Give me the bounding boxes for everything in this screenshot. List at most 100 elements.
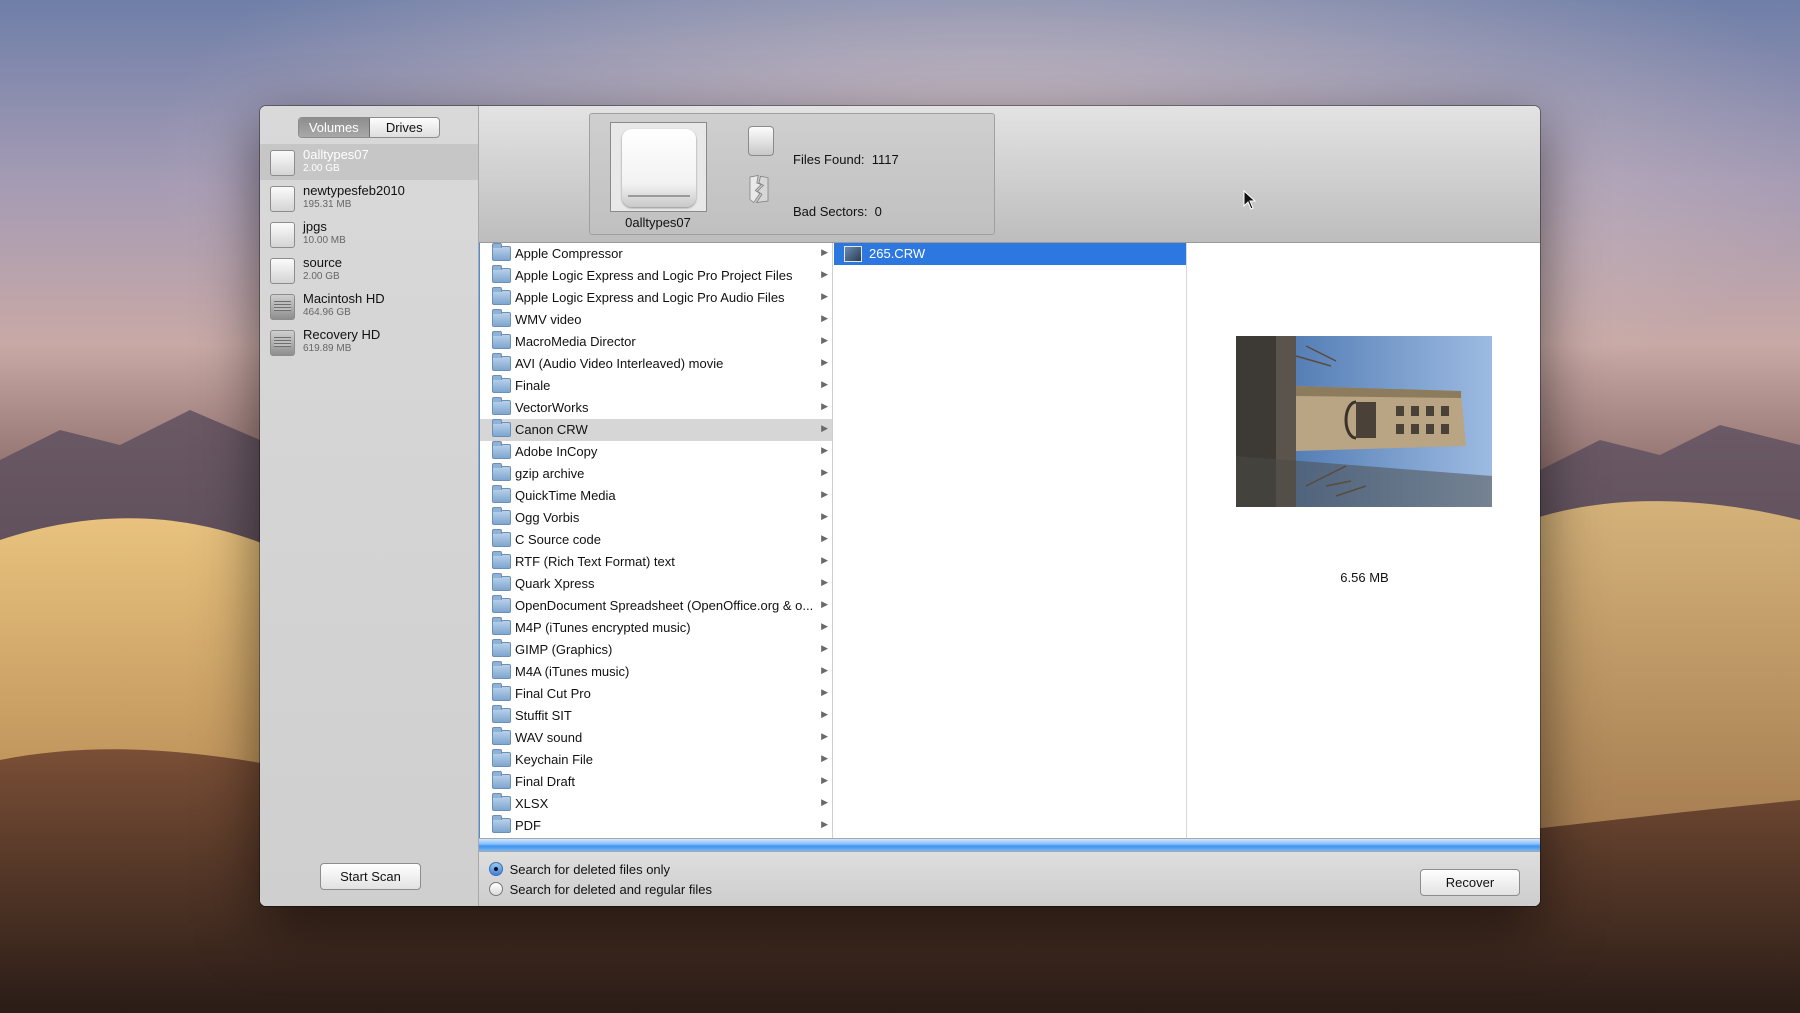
- volume-name: Recovery HD: [303, 327, 381, 342]
- scan-progress-fill: [479, 839, 1540, 851]
- volume-size: 195.31 MB: [303, 199, 352, 210]
- option-deleted-and-regular[interactable]: Search for deleted and regular files: [489, 882, 712, 897]
- category-row[interactable]: M4P (iTunes encrypted music) ▶: [480, 617, 832, 639]
- category-row[interactable]: Apple Logic Express and Logic Pro Projec…: [480, 265, 832, 287]
- removable-disk-icon: [270, 186, 295, 212]
- category-row[interactable]: AVI (Audio Video Interleaved) movie ▶: [480, 353, 832, 375]
- category-row[interactable]: Adobe InCopy ▶: [480, 441, 832, 463]
- category-row[interactable]: WAV sound ▶: [480, 727, 832, 749]
- removable-disk-icon: [270, 222, 295, 248]
- category-row[interactable]: GIMP (Graphics) ▶: [480, 639, 832, 661]
- folder-icon: [492, 353, 511, 371]
- folder-icon: [492, 617, 511, 635]
- volume-size: 10.00 MB: [303, 235, 346, 246]
- folder-icon: [492, 287, 511, 305]
- files-found-value: 1117: [871, 152, 899, 167]
- category-row[interactable]: Ogg Vorbis ▶: [480, 507, 832, 529]
- volume-size: 2.00 GB: [303, 271, 340, 282]
- category-row[interactable]: OpenDocument Spreadsheet (OpenOffice.org…: [480, 595, 832, 617]
- folder-icon: [492, 551, 511, 569]
- folder-icon: [492, 529, 511, 547]
- disclosure-arrow-icon: ▶: [821, 797, 828, 807]
- disclosure-arrow-icon: ▶: [821, 665, 828, 675]
- folder-icon: [492, 727, 511, 745]
- start-scan-button[interactable]: Start Scan: [320, 863, 421, 890]
- volume-item[interactable]: newtypesfeb2010 195.31 MB: [260, 180, 478, 216]
- folder-icon: [492, 771, 511, 789]
- tab-volumes[interactable]: Volumes: [299, 118, 370, 137]
- volume-item[interactable]: Macintosh HD 464.96 GB: [260, 288, 478, 324]
- recover-button[interactable]: Recover: [1420, 869, 1520, 896]
- volume-item[interactable]: source 2.00 GB: [260, 252, 478, 288]
- folder-icon: [492, 507, 511, 525]
- category-row[interactable]: Stuffit SIT ▶: [480, 705, 832, 727]
- category-row[interactable]: gzip archive ▶: [480, 463, 832, 485]
- volume-size: 2.00 GB: [303, 163, 340, 174]
- category-row[interactable]: C Source code ▶: [480, 529, 832, 551]
- app-window: Volumes Drives 0alltypes07 2.00 GB newty…: [260, 106, 1540, 906]
- category-row[interactable]: Keychain File ▶: [480, 749, 832, 771]
- category-row[interactable]: Apple Logic Express and Logic Pro Audio …: [480, 287, 832, 309]
- radio-selected[interactable]: [489, 862, 503, 876]
- category-row[interactable]: PDF ▶: [480, 815, 832, 837]
- volume-item[interactable]: 0alltypes07 2.00 GB: [260, 144, 478, 180]
- selected-drive-frame: [610, 122, 707, 212]
- disclosure-arrow-icon: ▶: [821, 291, 828, 301]
- disclosure-arrow-icon: ▶: [821, 357, 828, 367]
- folder-icon: [492, 639, 511, 657]
- file-row-selected[interactable]: 265.CRW: [834, 243, 1186, 265]
- disclosure-arrow-icon: ▶: [821, 313, 828, 323]
- volume-item[interactable]: Recovery HD 619.89 MB: [260, 324, 478, 360]
- folder-icon: [492, 265, 511, 283]
- folder-icon: [492, 419, 511, 437]
- mouse-pointer-icon: [1243, 190, 1257, 210]
- folder-icon: [492, 595, 511, 613]
- category-row[interactable]: Final Cut Pro ▶: [480, 683, 832, 705]
- category-row-selected[interactable]: Canon CRW ▶: [480, 419, 832, 441]
- option-deleted-only[interactable]: Search for deleted files only: [489, 862, 670, 877]
- bad-sectors-stat: Bad Sectors: 0: [793, 204, 882, 219]
- category-row[interactable]: WMV video ▶: [480, 309, 832, 331]
- scan-progress-bar: [479, 838, 1540, 852]
- sidebar: Volumes Drives 0alltypes07 2.00 GB newty…: [260, 106, 479, 906]
- image-preview: [1236, 336, 1492, 507]
- category-row[interactable]: XLSX ▶: [480, 793, 832, 815]
- volume-size: 464.96 GB: [303, 307, 351, 318]
- volume-name: jpgs: [303, 219, 327, 234]
- folder-icon: [492, 309, 511, 327]
- category-row[interactable]: QuickTime Media ▶: [480, 485, 832, 507]
- disclosure-arrow-icon: ▶: [821, 445, 828, 455]
- folder-icon: [492, 705, 511, 723]
- category-row[interactable]: VectorWorks ▶: [480, 397, 832, 419]
- category-row[interactable]: MacroMedia Director ▶: [480, 331, 832, 353]
- hard-disk-icon: [270, 330, 295, 356]
- scan-summary-area: 0alltypes07 Files Found: 1117 Bad Sector…: [479, 106, 1540, 243]
- bad-sectors-value: 0: [874, 204, 882, 219]
- disclosure-arrow-icon: ▶: [821, 731, 828, 741]
- category-row[interactable]: M4A (iTunes music) ▶: [480, 661, 832, 683]
- tab-drives[interactable]: Drives: [370, 118, 440, 137]
- disclosure-arrow-icon: ▶: [821, 621, 828, 631]
- category-row[interactable]: Apple Compressor ▶: [480, 243, 832, 265]
- selected-drive-name: 0alltypes07: [625, 215, 691, 230]
- disclosure-arrow-icon: ▶: [821, 709, 828, 719]
- folder-icon: [492, 463, 511, 481]
- disclosure-arrow-icon: ▶: [821, 511, 828, 521]
- disclosure-arrow-icon: ▶: [821, 555, 828, 565]
- file-name: 265.CRW: [869, 246, 926, 261]
- category-row[interactable]: Quark Xpress ▶: [480, 573, 832, 595]
- folder-icon: [492, 815, 511, 833]
- volume-item[interactable]: jpgs 10.00 MB: [260, 216, 478, 252]
- category-row[interactable]: Finale ▶: [480, 375, 832, 397]
- file-column: 265.CRW: [834, 243, 1187, 838]
- folder-icon: [492, 573, 511, 591]
- category-row[interactable]: RTF (Rich Text Format) text ▶: [480, 551, 832, 573]
- radio-unselected[interactable]: [489, 882, 503, 896]
- category-row[interactable]: Final Draft ▶: [480, 771, 832, 793]
- folder-icon: [492, 749, 511, 767]
- scan-summary-panel: 0alltypes07 Files Found: 1117 Bad Sector…: [589, 113, 995, 235]
- hard-disk-icon: [270, 294, 295, 320]
- files-found-icon: [748, 126, 774, 156]
- volume-name: Macintosh HD: [303, 291, 385, 306]
- bad-sectors-label: Bad Sectors:: [793, 204, 868, 219]
